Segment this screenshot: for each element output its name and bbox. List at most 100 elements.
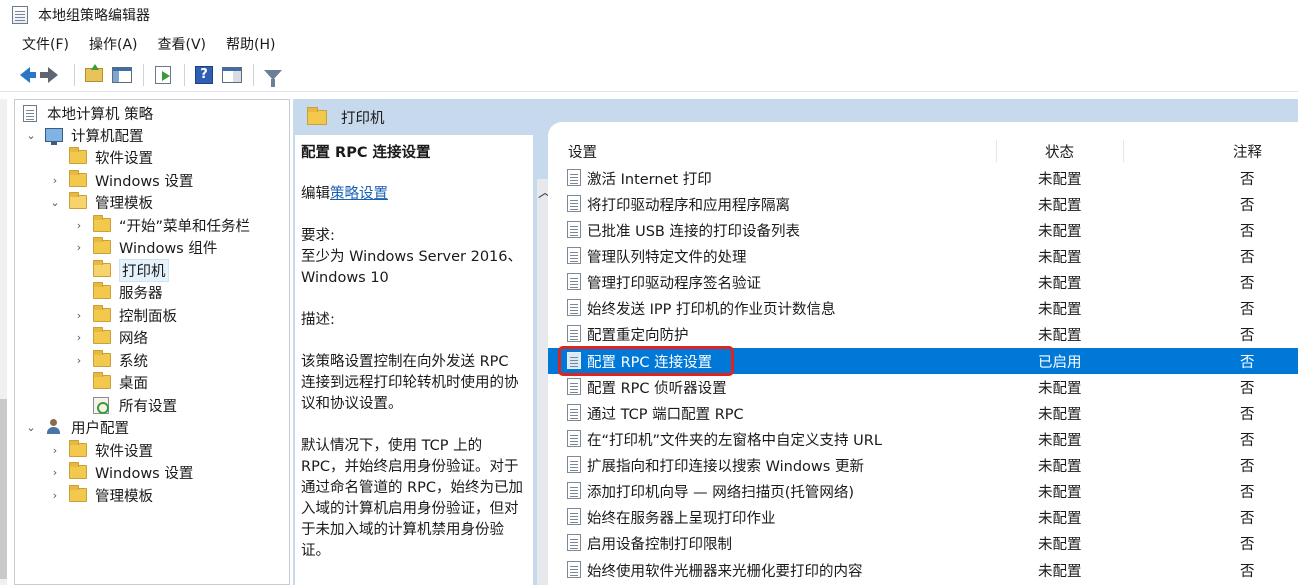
setting-row-selected[interactable]: 配置 RPC 连接设置 已启用 否 xyxy=(548,346,1298,376)
folder-icon xyxy=(93,327,111,344)
export-list-icon xyxy=(155,65,171,84)
tree-item-desktop[interactable]: 桌面 xyxy=(71,371,148,393)
folder-icon xyxy=(93,237,111,254)
filter-button[interactable] xyxy=(260,62,286,88)
tree-item-computer-software[interactable]: 软件设置 xyxy=(47,146,153,168)
chevron-right-icon[interactable]: › xyxy=(71,331,87,344)
setting-row[interactable]: 始终发送 IPP 打印机的作业页计数信息 未配置 否 xyxy=(548,295,1298,321)
tree-item-servers[interactable]: 服务器 xyxy=(71,281,163,303)
setting-row[interactable]: 通过 TCP 端口配置 RPC 未配置 否 xyxy=(548,400,1298,426)
setting-document-icon xyxy=(567,561,581,578)
chevron-right-icon[interactable]: › xyxy=(47,466,63,479)
edit-prefix: 编辑 xyxy=(301,186,330,202)
tree-item-user-windows[interactable]: › Windows 设置 xyxy=(47,461,193,483)
chevron-right-icon[interactable]: › xyxy=(71,309,87,322)
help-button[interactable]: ? xyxy=(191,62,217,88)
setting-row[interactable]: 扩展指向和打印连接以搜索 Windows 更新 未配置 否 xyxy=(548,452,1298,478)
up-folder-button[interactable] xyxy=(81,62,107,88)
policy-document-icon xyxy=(23,104,37,122)
setting-document-icon xyxy=(567,273,581,290)
setting-row[interactable]: 已批准 USB 连接的打印设备列表 未配置 否 xyxy=(548,217,1298,243)
chevron-down-icon[interactable]: ⌄ xyxy=(47,196,63,209)
tree-item-printers[interactable]: 打印机 xyxy=(71,258,169,282)
tree-item-start-menu[interactable]: › “开始”菜单和任务栏 xyxy=(71,214,250,236)
back-icon xyxy=(20,66,36,83)
details-region: 打印机 配置 RPC 连接设置 编辑策略设置 要求: 至少为 Windows S… xyxy=(293,99,1298,585)
setting-row[interactable]: 管理打印驱动程序签名验证 未配置 否 xyxy=(548,269,1298,295)
chevron-right-icon[interactable]: › xyxy=(47,444,63,457)
setting-row[interactable]: 配置 RPC 侦听器设置 未配置 否 xyxy=(548,374,1298,400)
column-header-setting[interactable]: 设置 xyxy=(568,141,597,162)
tree-item-computer-windows[interactable]: › Windows 设置 xyxy=(47,169,193,191)
chevron-down-icon[interactable]: ⌄ xyxy=(23,421,39,434)
setting-row[interactable]: 在“打印机”文件夹的左窗格中自定义支持 URL 未配置 否 xyxy=(548,426,1298,452)
folder-icon xyxy=(93,215,111,232)
policy-editor-icon xyxy=(12,6,28,24)
chevron-right-icon[interactable]: › xyxy=(71,241,87,254)
column-divider[interactable] xyxy=(1123,140,1124,162)
tree-item-all-settings[interactable]: 所有设置 xyxy=(71,394,177,416)
setting-row[interactable]: 将打印驱动程序和应用程序隔离 未配置 否 xyxy=(548,191,1298,217)
show-tree-icon xyxy=(112,66,132,83)
setting-row[interactable]: 始终使用软件光栅器来光栅化要打印的内容 未配置 否 xyxy=(548,557,1298,583)
tree-item-root[interactable]: 本地计算机 策略 xyxy=(23,102,153,124)
scrollbar-thumb[interactable] xyxy=(0,399,7,579)
folder-icon xyxy=(69,170,87,187)
setting-row[interactable]: 添加打印机向导 — 网络扫描页(托管网络) 未配置 否 xyxy=(548,478,1298,504)
setting-row[interactable]: 始终在服务器上呈现打印作业 未配置 否 xyxy=(548,504,1298,530)
tree-item-computer-config[interactable]: ⌄ 计算机配置 xyxy=(23,124,144,146)
setting-document-icon xyxy=(567,534,581,551)
tree-item-user-software[interactable]: › 软件设置 xyxy=(47,439,153,461)
back-button[interactable] xyxy=(12,62,38,88)
settings-list-header: 设置 状态 注释 xyxy=(548,138,1298,164)
setting-row[interactable]: 激活 Internet 打印 未配置 否 xyxy=(548,165,1298,191)
chevron-right-icon[interactable]: › xyxy=(47,489,63,502)
setting-document-icon xyxy=(567,404,581,421)
setting-document-icon xyxy=(567,508,581,525)
tree-item-windows-components[interactable]: › Windows 组件 xyxy=(71,236,217,258)
menu-view[interactable]: 查看(V) xyxy=(148,31,217,57)
folder-icon xyxy=(69,440,87,457)
tree-item-user-admin-templates[interactable]: › 管理模板 xyxy=(47,484,153,506)
edit-policy-link[interactable]: 策略设置 xyxy=(330,186,388,202)
chevron-right-icon[interactable]: › xyxy=(47,174,63,187)
setting-document-icon xyxy=(567,169,581,186)
column-header-state[interactable]: 状态 xyxy=(1045,141,1074,162)
settings-list: 设置 状态 注释 激活 Internet 打印 未配置 否 将打印驱动程序和应用… xyxy=(548,122,1298,585)
export-list-button[interactable] xyxy=(150,62,176,88)
tree-item-control-panel[interactable]: › 控制面板 xyxy=(71,304,177,326)
tree-item-system[interactable]: › 系统 xyxy=(71,349,148,371)
folder-open-icon xyxy=(69,192,87,209)
setting-row[interactable]: 配置重定向防护 未配置 否 xyxy=(548,321,1298,347)
description-title: 配置 RPC 连接设置 xyxy=(301,145,431,161)
column-divider[interactable] xyxy=(996,140,997,162)
menu-file[interactable]: 文件(F) xyxy=(12,31,79,57)
folder-icon xyxy=(93,282,111,299)
requirements-label: 要求: xyxy=(301,228,335,244)
folder-icon xyxy=(93,372,111,389)
tree-item-computer-admin-templates[interactable]: ⌄ 管理模板 xyxy=(47,191,153,213)
menu-help[interactable]: 帮助(H) xyxy=(216,31,285,57)
annotation-highlight-box xyxy=(558,346,734,376)
requirements-text: 至少为 Windows Server 2016、Windows 10 xyxy=(301,249,523,286)
tree-item-user-config[interactable]: ⌄ 用户配置 xyxy=(23,416,129,438)
properties-button[interactable] xyxy=(219,62,245,88)
chevron-down-icon[interactable]: ⌄ xyxy=(23,129,39,142)
help-icon: ? xyxy=(195,65,213,84)
menu-action[interactable]: 操作(A) xyxy=(79,31,148,57)
setting-document-icon xyxy=(567,482,581,499)
user-icon xyxy=(45,419,63,435)
window-left-scrollbar[interactable] xyxy=(0,99,7,585)
toolbar-separator xyxy=(253,63,254,86)
forward-button[interactable] xyxy=(40,62,66,88)
show-tree-button[interactable] xyxy=(109,62,135,88)
folder-icon xyxy=(93,305,111,322)
setting-document-icon xyxy=(567,430,581,447)
chevron-right-icon[interactable]: › xyxy=(71,219,87,232)
setting-row[interactable]: 启用设备控制打印限制 未配置 否 xyxy=(548,530,1298,556)
tree-item-network[interactable]: › 网络 xyxy=(71,326,148,348)
column-header-note[interactable]: 注释 xyxy=(1233,141,1262,162)
setting-row[interactable]: 管理队列特定文件的处理 未配置 否 xyxy=(548,243,1298,269)
chevron-right-icon[interactable]: › xyxy=(71,354,87,367)
folder-open-icon xyxy=(93,260,111,277)
